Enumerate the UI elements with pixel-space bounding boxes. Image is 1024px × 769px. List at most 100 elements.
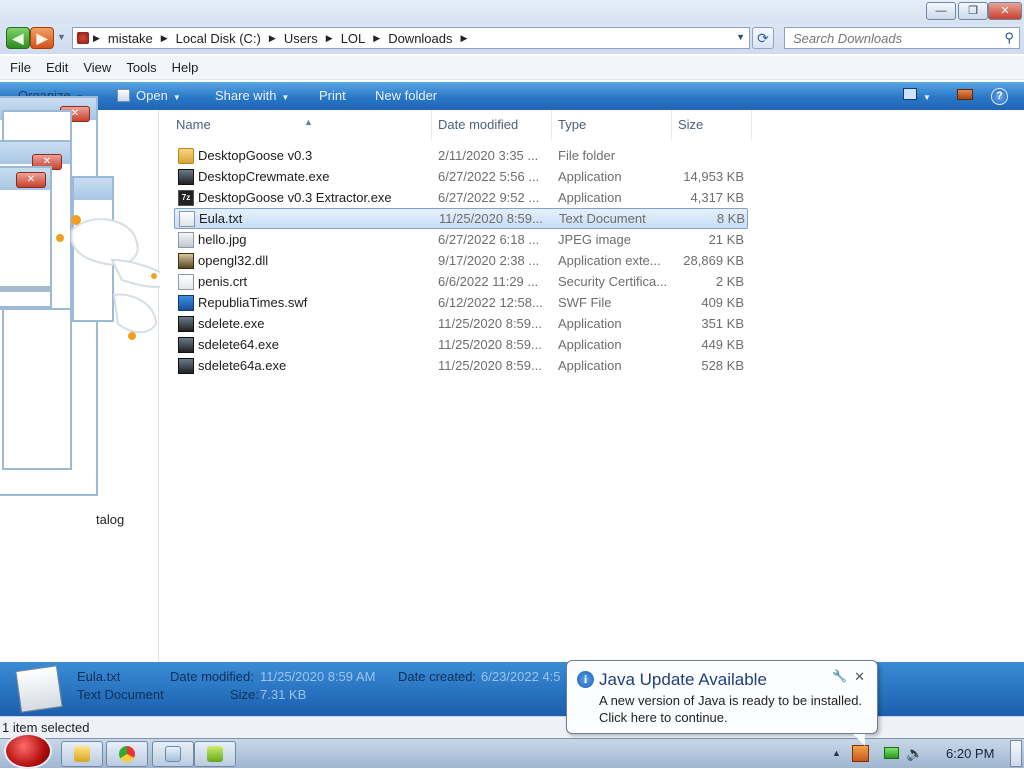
taskbar-goose-button[interactable] [194,741,236,767]
breadcrumb-separator-icon[interactable]: ▶ [326,33,333,44]
menu-tools[interactable]: Tools [126,60,156,75]
new-folder-button[interactable]: New folder [375,88,437,103]
popup-close-button[interactable]: ✕ [16,172,46,188]
chevron-down-icon: ▼ [172,93,181,102]
address-dropdown-icon[interactable]: ▼ [736,32,745,42]
certificate-icon [178,273,194,290]
notification-options-icon[interactable]: 🔧 [832,669,847,683]
file-row[interactable]: DesktopCrewmate.exe 6/27/2022 5:56 ... App… [174,166,748,187]
taskbar-clock[interactable]: 6:20 PM [946,746,994,761]
share-with-button[interactable]: Share with ▼ [215,88,289,103]
volume-icon[interactable]: 🔈 [906,745,923,762]
forward-arrow-icon: ▶ [36,29,48,46]
file-name: sdelete64.exe [198,337,279,352]
application-icon [178,357,194,374]
file-type: SWF File [558,295,612,310]
show-desktop-button[interactable] [1010,740,1022,767]
breadcrumb-separator-icon[interactable]: ▶ [269,33,276,44]
refresh-button[interactable]: ⟳ [752,27,774,49]
file-row[interactable]: opengl32.dll 9/17/2020 2:38 ... Applicatio… [174,250,748,271]
refresh-icon: ⟳ [757,30,769,46]
desktop-goose-icon[interactable] [52,200,174,360]
taskbar-chrome-button[interactable] [106,741,148,767]
open-button[interactable]: Open ▼ [117,88,181,103]
start-button[interactable] [4,733,52,769]
search-box[interactable]: ⚲ [784,27,1020,49]
file-row[interactable]: DesktopGoose v0.3 2/11/2020 3:35 ... File … [174,145,748,166]
file-row[interactable]: 7z DesktopGoose v0.3 Extractor.exe 6/27/20… [174,187,748,208]
search-icon[interactable]: ⚲ [1004,30,1014,46]
breadcrumb-separator-icon[interactable]: ▶ [461,33,468,44]
java-tray-icon[interactable] [852,745,869,762]
file-date-modified: 11/25/2020 8:59... [438,337,542,352]
file-date-modified: 6/6/2022 11:29 ... [438,274,539,289]
column-header-size[interactable]: Size [670,110,752,140]
taskbar: ▲ 🔈 6:20 PM [0,733,1024,769]
folder-icon [74,746,90,762]
notification-close-icon[interactable]: ✕ [854,669,865,685]
notification-action-text[interactable]: Click here to continue. [599,710,728,725]
preview-pane-button[interactable] [957,88,973,103]
popup-scrollbar[interactable] [0,286,50,292]
print-button[interactable]: Print [319,88,346,103]
show-hidden-icons-icon[interactable]: ▲ [832,748,841,758]
search-input[interactable] [791,28,991,48]
file-name: sdelete64a.exe [198,358,287,373]
menu-edit[interactable]: Edit [46,60,68,75]
close-button[interactable]: ✕ [988,2,1022,20]
open-icon [117,89,130,102]
menu-help[interactable]: Help [172,60,199,75]
maximize-button[interactable]: ❐ [958,2,988,20]
breadcrumb-downloads[interactable]: Downloads [388,31,452,46]
minimize-button[interactable]: — [926,2,956,20]
details-file-type: Text Document [77,687,164,702]
network-icon[interactable] [884,747,899,759]
java-update-notification[interactable]: i Java Update Available A new version of… [566,660,878,746]
balloon-tail [853,734,865,746]
column-header-type[interactable]: Type [550,110,672,140]
breadcrumb-separator-icon[interactable]: ▶ [161,33,168,44]
file-type: Application [558,190,622,205]
file-row[interactable]: hello.jpg 6/27/2022 6:18 ... JPEG image 21 … [174,229,748,250]
column-header-name[interactable]: Name ▲ [168,110,432,140]
taskbar-explorer-button[interactable] [61,741,103,767]
file-name: DesktopGoose v0.3 Extractor.exe [198,190,392,205]
column-header-date[interactable]: Date modified [430,110,552,140]
back-button[interactable]: ◀ [6,27,30,49]
taskbar-notepad-button[interactable] [152,741,194,767]
file-type: Application [558,337,622,352]
status-selection-count: 1 item selected [2,720,90,735]
file-row[interactable]: Eula.txt 11/25/2020 8:59... Text Document 8… [174,208,748,229]
7z-archive-icon: 7z [178,189,194,206]
file-name: DesktopCrewmate.exe [198,169,330,184]
menu-view[interactable]: View [83,60,111,75]
breadcrumb-mistake[interactable]: mistake [108,31,153,46]
file-row[interactable]: sdelete64.exe 11/25/2020 8:59... Applicati… [174,334,748,355]
file-size: 449 KB [701,337,744,352]
breadcrumb-lol[interactable]: LOL [341,31,366,46]
file-date-modified: 6/27/2022 9:52 ... [438,190,540,205]
file-type: Application [558,316,622,331]
address-bar[interactable]: ▶ mistake ▶ Local Disk (C:) ▶ Users ▶ LO… [72,27,750,49]
file-type: Application [558,358,622,373]
back-arrow-icon: ◀ [12,29,24,46]
file-row[interactable]: RepubliaTimes.swf 6/12/2022 12:58... SWF F… [174,292,748,313]
help-icon: ? [991,88,1008,105]
file-list-view[interactable]: Name ▲ Date modified Type Size DesktopGoo… [160,110,1024,662]
menu-file[interactable]: File [10,60,31,75]
breadcrumb-users[interactable]: Users [284,31,318,46]
file-row[interactable]: penis.crt 6/6/2022 11:29 ... Security Cert… [174,271,748,292]
breadcrumb-separator-icon[interactable]: ▶ [373,33,380,44]
forward-button[interactable]: ▶ [30,27,54,49]
help-button[interactable]: ? [991,87,1008,105]
notepad-icon [165,746,181,762]
file-name: RepubliaTimes.swf [198,295,308,310]
breadcrumb-separator-icon[interactable]: ▶ [93,33,100,44]
file-row[interactable]: sdelete.exe 11/25/2020 8:59... Application… [174,313,748,334]
recent-pages-chevron-icon[interactable]: ▼ [57,32,66,42]
breadcrumb-local-disk[interactable]: Local Disk (C:) [176,31,261,46]
file-row[interactable]: sdelete64a.exe 11/25/2020 8:59... Applicat… [174,355,748,376]
view-options-button[interactable]: ▼ [903,88,931,103]
details-file-name: Eula.txt [77,669,121,684]
nav-item-catalog[interactable]: talog [96,512,124,527]
